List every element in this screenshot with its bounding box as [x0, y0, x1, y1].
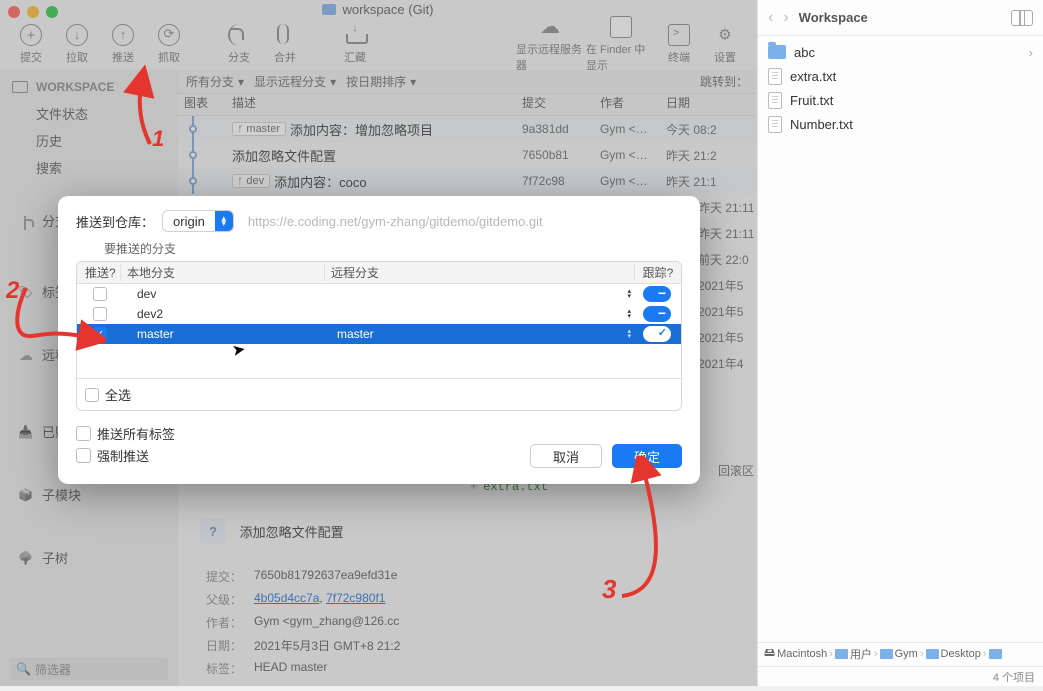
select-all-label: 全选 [105, 385, 131, 404]
branch-row[interactable]: dev2 ▴▾ [77, 304, 681, 324]
branches-to-push-label: 要推送的分支 [104, 240, 682, 257]
file-icon [768, 116, 782, 133]
track-toggle[interactable] [643, 286, 671, 302]
file-icon [768, 68, 782, 85]
push-checkbox[interactable] [93, 307, 107, 321]
branch-table: 推送? 本地分支 远程分支 跟踪? dev ▴▾ dev2 ▴▾ ✓ maste… [76, 261, 682, 411]
push-tags-checkbox[interactable] [76, 426, 91, 441]
col-track[interactable]: 跟踪? [635, 264, 681, 281]
finder-path-bar[interactable]: 🖴Macintosh›用户›Gym›Desktop› [758, 642, 1043, 664]
finder-file[interactable]: Fruit.txt [758, 88, 1043, 112]
select-all-checkbox[interactable] [85, 388, 99, 402]
remote-url: https://e.coding.net/gym-zhang/gitdemo/g… [242, 214, 682, 229]
force-push-checkbox[interactable] [76, 448, 91, 463]
col-local[interactable]: 本地分支 [121, 264, 325, 281]
track-toggle[interactable] [643, 326, 671, 342]
push-dialog: 推送到仓库： origin ▴▾ https://e.coding.net/gy… [58, 196, 700, 484]
push-checkbox[interactable]: ✓ [93, 327, 107, 341]
col-remote[interactable]: 远程分支 [325, 264, 635, 281]
finder-view-columns[interactable] [1011, 10, 1033, 26]
finder-status: 4 个项目 [758, 666, 1043, 686]
cancel-button[interactable]: 取消 [530, 444, 602, 468]
finder-title: Workspace [799, 10, 868, 25]
stepper-icon[interactable]: ▴▾ [627, 329, 635, 339]
finder-back[interactable]: ‹ [768, 9, 773, 27]
track-toggle[interactable] [643, 306, 671, 322]
branch-row[interactable]: dev ▴▾ [77, 284, 681, 304]
stepper-icon[interactable]: ▴▾ [627, 289, 635, 299]
push-to-label: 推送到仓库： [76, 212, 154, 231]
file-icon [768, 92, 782, 109]
finder-window: ‹ › Workspace abc›extra.txtFruit.txtNumb… [757, 0, 1043, 686]
folder-icon [768, 45, 786, 59]
chevron-updown-icon: ▴▾ [215, 211, 233, 231]
finder-file[interactable]: extra.txt [758, 64, 1043, 88]
col-push[interactable]: 推送? [77, 264, 121, 281]
remote-select[interactable]: origin ▴▾ [162, 210, 234, 232]
finder-forward[interactable]: › [783, 9, 788, 27]
push-checkbox[interactable] [93, 287, 107, 301]
stepper-icon[interactable]: ▴▾ [627, 309, 635, 319]
branch-row[interactable]: ✓ master master▴▾ [77, 324, 681, 344]
chevron-right-icon: › [1029, 45, 1033, 60]
finder-folder[interactable]: abc› [758, 40, 1043, 64]
ok-button[interactable]: 确定 [612, 444, 682, 468]
finder-file[interactable]: Number.txt [758, 112, 1043, 136]
